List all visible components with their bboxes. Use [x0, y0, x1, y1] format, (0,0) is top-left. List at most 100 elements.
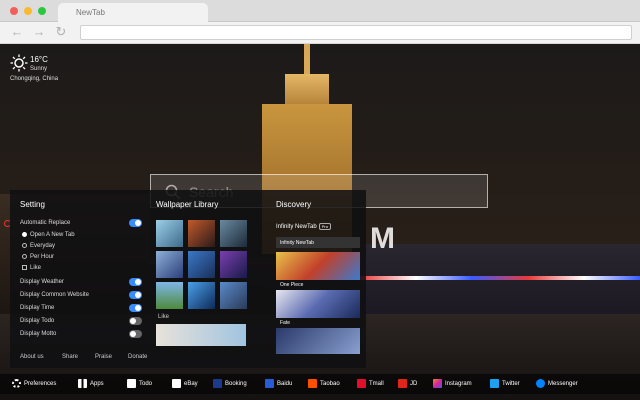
- browser-tab[interactable]: NewTab: [58, 3, 208, 22]
- display-time-toggle[interactable]: [129, 304, 142, 312]
- pro-badge: Pro: [318, 223, 331, 230]
- radio-icon: [22, 254, 27, 259]
- grid-icon: [78, 379, 87, 388]
- settings-title: Setting: [20, 200, 45, 209]
- apps-button[interactable]: Apps: [78, 379, 104, 389]
- discovery-item-fate[interactable]: Fate: [280, 320, 290, 326]
- toggle-display-motto: Display Motto: [20, 330, 142, 338]
- replace-option-open-new-tab[interactable]: Open A New Tab: [22, 232, 75, 238]
- todo-button[interactable]: Todo: [127, 379, 152, 389]
- discovery-item-one-piece[interactable]: One Piece: [280, 282, 303, 288]
- share-link[interactable]: Share: [62, 354, 78, 360]
- messenger-icon: [536, 379, 545, 388]
- wallpaper-thumbnail[interactable]: [156, 324, 246, 346]
- gear-icon: [12, 379, 21, 388]
- shortcut-label: Twitter: [502, 381, 520, 388]
- browser-titlebar: NewTab: [0, 0, 640, 22]
- shortcut-tmall[interactable]: Tmall: [357, 379, 384, 389]
- shortcut-label: Instagram: [445, 381, 472, 388]
- bottom-shortcut-bar: Preferences Apps Todo eBay Booking Baidu…: [0, 374, 640, 394]
- wallpaper-thumbnail[interactable]: [156, 220, 183, 247]
- display-motto-toggle[interactable]: [129, 330, 142, 338]
- wallpaper-like-label[interactable]: Like: [158, 314, 169, 320]
- toggle-display-weather: Display Weather: [20, 278, 142, 286]
- shortcut-instagram[interactable]: Instagram: [433, 379, 472, 389]
- shortcut-label: Tmall: [369, 381, 384, 388]
- wallpaper-thumbnail[interactable]: [156, 251, 183, 278]
- wallpaper-thumbnail[interactable]: [156, 282, 183, 309]
- taobao-icon: [308, 379, 317, 388]
- like-checkbox-label: Like: [30, 265, 42, 272]
- shortcut-label: Booking: [225, 381, 247, 388]
- shortcut-label: Messenger: [548, 381, 578, 388]
- baidu-icon: [265, 379, 274, 388]
- ebay-icon: [172, 379, 181, 388]
- automatic-replace-toggle[interactable]: [129, 219, 142, 227]
- shortcut-booking[interactable]: Booking: [213, 379, 247, 389]
- discovery-header-label: Infinity NewTab: [276, 224, 317, 231]
- shortcut-messenger[interactable]: Messenger: [536, 379, 578, 389]
- about-us-link[interactable]: About us: [20, 354, 44, 360]
- shortcut-taobao[interactable]: Taobao: [308, 379, 340, 389]
- wallpaper-thumbnail[interactable]: [220, 282, 247, 309]
- discovery-item-image[interactable]: [276, 328, 360, 354]
- toggle-label: Display Weather: [20, 279, 64, 285]
- wallpaper-thumbnail[interactable]: [188, 220, 215, 247]
- display-weather-toggle[interactable]: [129, 278, 142, 286]
- replace-option-per-hour[interactable]: Per Hour: [22, 254, 54, 260]
- settings-panel: Setting Automatic Replace Open A New Tab…: [10, 190, 366, 368]
- shortcut-twitter[interactable]: Twitter: [490, 379, 520, 389]
- address-bar[interactable]: [80, 25, 632, 40]
- toggle-label: Display Todo: [20, 318, 55, 324]
- discovery-title: Discovery: [276, 200, 312, 209]
- weather-widget[interactable]: 16°C Sunny Chongqing, China: [10, 54, 80, 94]
- display-todo-toggle[interactable]: [129, 317, 142, 325]
- replace-option-label: Everyday: [30, 243, 56, 250]
- replace-option-everyday[interactable]: Everyday: [22, 243, 55, 249]
- shortcut-jd[interactable]: JD: [398, 379, 417, 389]
- wallpaper-thumbnail[interactable]: [220, 251, 247, 278]
- toggle-display-time: Display Time: [20, 304, 142, 312]
- booking-icon: [213, 379, 222, 388]
- like-checkbox-row[interactable]: Like: [22, 265, 41, 271]
- wallpaper-thumbnail[interactable]: [188, 282, 215, 309]
- shortcut-label: JD: [410, 381, 418, 388]
- forward-arrow-icon[interactable]: →: [32, 25, 46, 39]
- weather-condition: Sunny: [30, 66, 48, 72]
- wallpaper-library-title: Wallpaper Library: [156, 200, 219, 209]
- shortcut-baidu[interactable]: Baidu: [265, 379, 292, 389]
- back-arrow-icon[interactable]: ←: [10, 25, 24, 39]
- maximize-window-button[interactable]: [38, 7, 46, 15]
- wallpaper-library-column: Wallpaper Library Like: [152, 190, 256, 368]
- shortcut-label: Taobao: [320, 381, 340, 388]
- discovery-header: Infinity NewTab Pro: [276, 223, 331, 230]
- shortcut-ebay[interactable]: eBay: [172, 379, 198, 389]
- tmall-icon: [357, 379, 366, 388]
- tab-title: NewTab: [76, 8, 105, 17]
- preferences-button[interactable]: Preferences: [12, 379, 56, 389]
- shortcut-label: Baidu: [277, 381, 293, 388]
- praise-link[interactable]: Praise: [95, 354, 112, 360]
- settings-column: Setting Automatic Replace Open A New Tab…: [10, 190, 147, 368]
- toggle-label: Display Common Website: [20, 292, 89, 298]
- discovery-item-image[interactable]: [276, 290, 360, 318]
- sun-icon: [10, 54, 28, 72]
- reload-icon[interactable]: ↻: [54, 25, 68, 39]
- automatic-replace-row: Automatic Replace: [20, 219, 142, 227]
- wallpaper-thumbnail[interactable]: [188, 251, 215, 278]
- checkbox-icon: [22, 265, 27, 270]
- toggle-label: Display Time: [20, 305, 55, 311]
- donate-link[interactable]: Donate: [128, 354, 147, 360]
- discovery-item-image[interactable]: [276, 252, 360, 280]
- close-window-button[interactable]: [10, 7, 18, 15]
- browser-toolbar: ← → ↻: [0, 22, 640, 44]
- minimize-window-button[interactable]: [24, 7, 32, 15]
- display-common-website-toggle[interactable]: [129, 291, 142, 299]
- automatic-replace-label: Automatic Replace: [20, 220, 71, 226]
- discovery-column: Discovery Infinity NewTab Pro Infinity Ne…: [266, 190, 366, 368]
- radio-icon: [22, 243, 27, 248]
- toggle-label: Display Motto: [20, 331, 57, 337]
- wallpaper-thumbnail[interactable]: [220, 220, 247, 247]
- checkbox-icon: [127, 379, 136, 388]
- jd-icon: [398, 379, 407, 388]
